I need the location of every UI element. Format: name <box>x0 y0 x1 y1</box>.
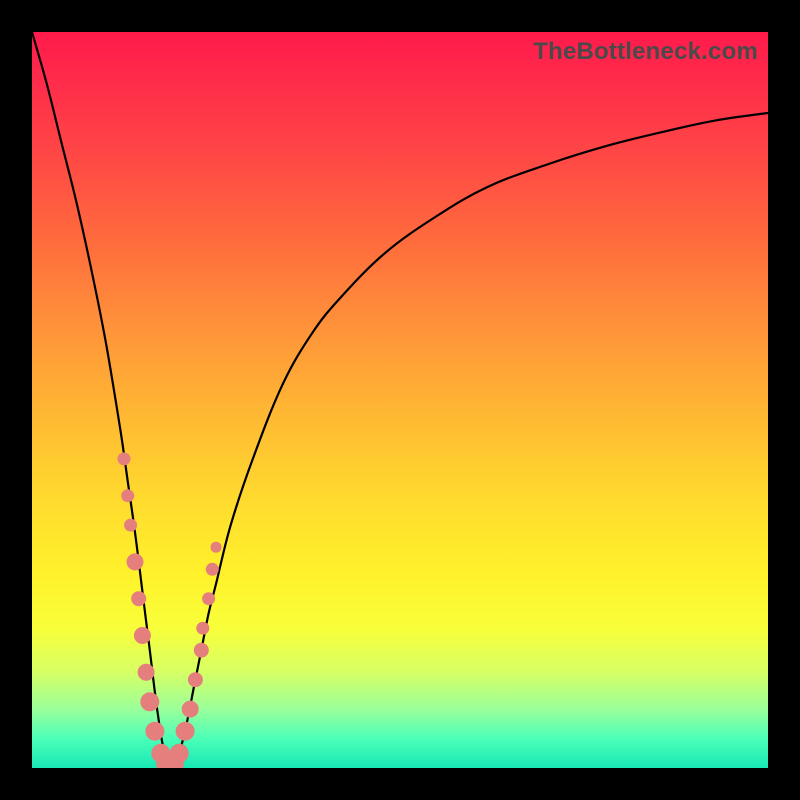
curve-bead <box>182 701 198 717</box>
curve-bead <box>197 622 209 634</box>
curve-bead <box>125 519 137 531</box>
curve-bead <box>203 593 215 605</box>
curve-bead <box>146 722 164 740</box>
curve-bead <box>122 490 134 502</box>
curve-bead <box>118 453 130 465</box>
curve-bead <box>176 722 194 740</box>
penalty-curve <box>32 32 768 768</box>
curve-bead <box>211 542 221 552</box>
curve-bead <box>138 664 154 680</box>
curve-bead <box>170 744 188 762</box>
curve-layer <box>32 32 768 768</box>
curve-bead <box>194 643 208 657</box>
curve-bead <box>206 563 218 575</box>
curve-bead <box>134 628 150 644</box>
curve-bead <box>188 673 202 687</box>
curve-bead <box>127 554 143 570</box>
plot-area: TheBottleneck.com <box>32 32 768 768</box>
curve-bead <box>132 592 146 606</box>
bead-group <box>118 453 221 768</box>
curve-bead <box>141 693 159 711</box>
chart-frame: TheBottleneck.com <box>0 0 800 800</box>
